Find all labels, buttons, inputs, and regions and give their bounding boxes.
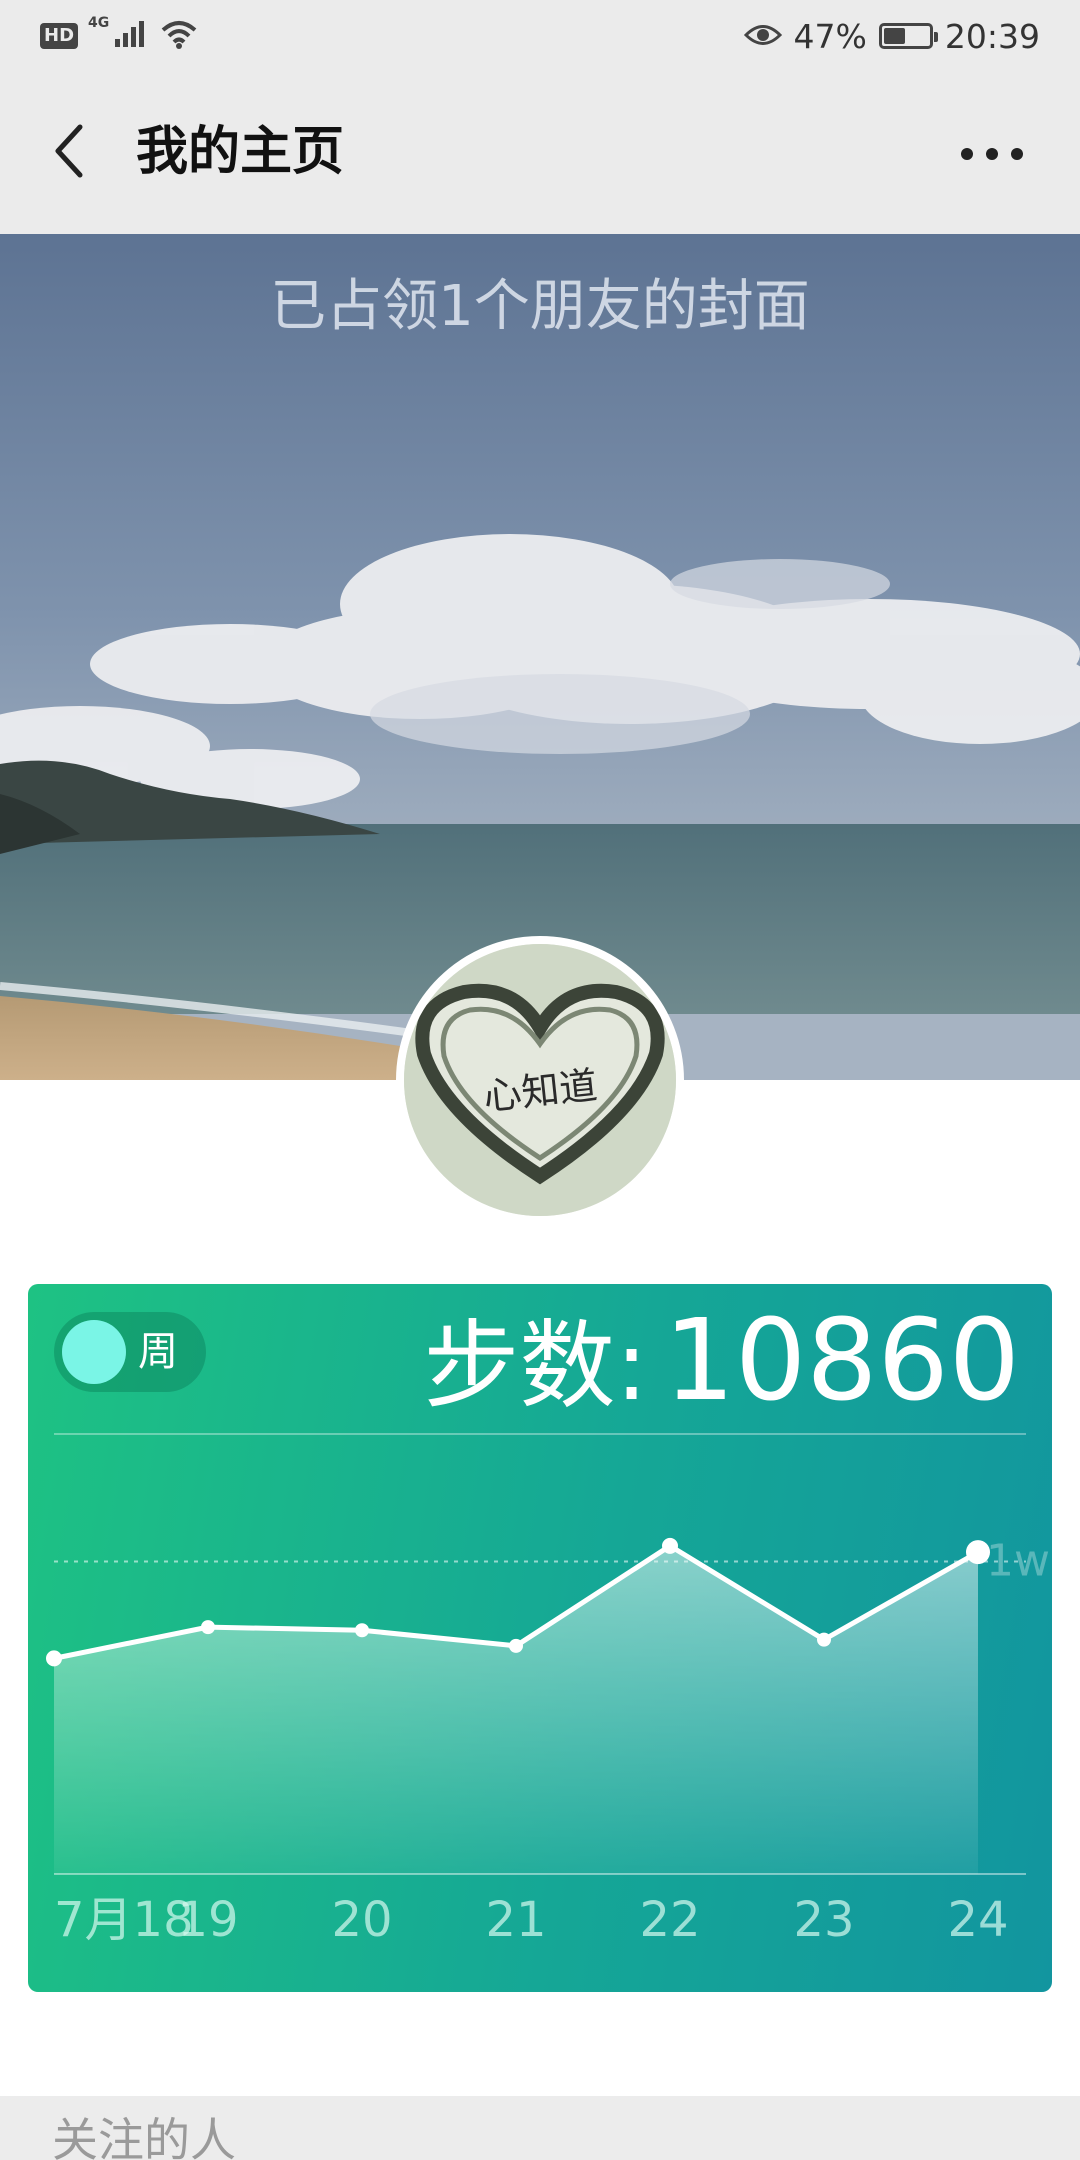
steps-summary: 步数: 10860 <box>423 1296 1020 1431</box>
battery-percent: 47% <box>793 16 867 56</box>
network-type: 4G <box>88 15 110 31</box>
more-button[interactable] <box>952 132 1032 176</box>
data-point <box>817 1632 831 1647</box>
steps-value: 10860 <box>663 1296 1020 1426</box>
more-dots-icon <box>961 148 1023 160</box>
reference-label: 1w <box>986 1536 1050 1587</box>
signal-icon <box>113 19 149 53</box>
status-bar: HD 4G 47% 20:39 <box>0 0 1080 72</box>
toggle-label: 周 <box>138 1329 178 1375</box>
clock: 20:39 <box>944 16 1040 56</box>
status-right: 47% 20:39 <box>743 14 1040 58</box>
data-point <box>509 1638 523 1653</box>
following-label: 关注的人 <box>52 2113 236 2160</box>
status-left: HD 4G <box>40 14 199 58</box>
cover-caption[interactable]: 已占领1个朋友的封面 <box>0 272 1080 342</box>
x-tick-label: 22 <box>639 1892 700 1948</box>
data-point <box>355 1623 369 1638</box>
x-tick-label: 7月18 <box>54 1892 194 1948</box>
x-tick-label: 19 <box>177 1892 238 1948</box>
data-point <box>201 1620 215 1635</box>
back-button[interactable] <box>38 116 98 186</box>
period-toggle[interactable]: 周 <box>54 1312 206 1392</box>
x-tick-label: 23 <box>793 1892 854 1948</box>
data-point <box>966 1540 990 1565</box>
data-point <box>662 1537 678 1554</box>
step-card[interactable]: 1w 7月18 19 20 21 22 23 24 周 步数: 10860 <box>28 1284 1052 1992</box>
page-header: 我的主页 <box>0 72 1080 234</box>
hd-badge: HD <box>40 23 79 49</box>
x-tick-label: 24 <box>947 1892 1008 1948</box>
chevron-left-icon <box>55 124 83 178</box>
data-point <box>46 1650 62 1667</box>
page-title: 我的主页 <box>136 122 345 182</box>
battery-icon <box>878 23 938 49</box>
chart-area <box>54 1545 978 1874</box>
eye-icon <box>743 17 782 56</box>
wifi-icon <box>159 18 199 54</box>
steps-label: 步数: <box>423 1310 648 1422</box>
following-section[interactable]: 关注的人 <box>0 2096 1080 2160</box>
x-tick-label: 21 <box>485 1892 546 1948</box>
battery-fill <box>883 28 905 44</box>
toggle-knob[interactable] <box>62 1320 126 1384</box>
avatar[interactable]: 心知道 <box>396 936 684 1224</box>
x-tick-label: 20 <box>331 1892 392 1948</box>
